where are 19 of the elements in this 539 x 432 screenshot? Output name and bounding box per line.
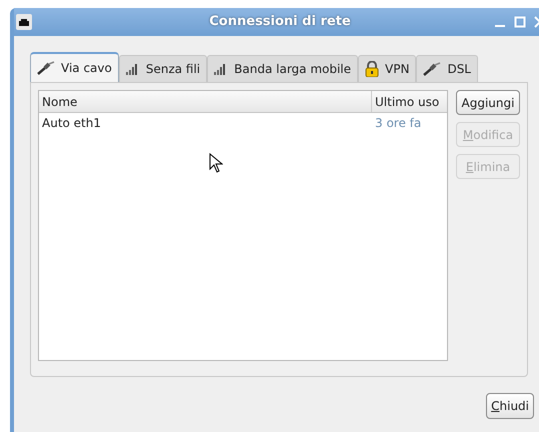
signal-bars-icon	[126, 63, 140, 75]
action-button[interactable]: Aggiungi	[456, 90, 520, 115]
tab[interactable]: Senza fili	[118, 55, 208, 82]
mouse-pointer-icon	[209, 153, 223, 173]
padlock-icon	[365, 61, 380, 77]
table-cell-text: Auto eth1	[41, 115, 102, 132]
maximize-icon[interactable]	[514, 16, 526, 28]
cable-plug-icon	[37, 61, 55, 75]
column-header[interactable]: Ultimo uso	[371, 91, 447, 112]
tab[interactable]: Via cavo	[30, 52, 119, 82]
table-cell-text: 3 ore fa	[374, 115, 422, 132]
tab[interactable]: VPN	[358, 55, 416, 82]
column-header[interactable]: Nome	[39, 91, 371, 112]
cable-plug-icon	[423, 62, 442, 76]
window-title: Connessioni di rete	[209, 13, 351, 32]
close-button[interactable]: Chiudi	[486, 393, 534, 419]
tab[interactable]: DSL	[416, 55, 478, 82]
network-port-icon	[16, 14, 32, 30]
tab[interactable]: Banda larga mobile	[207, 55, 358, 82]
